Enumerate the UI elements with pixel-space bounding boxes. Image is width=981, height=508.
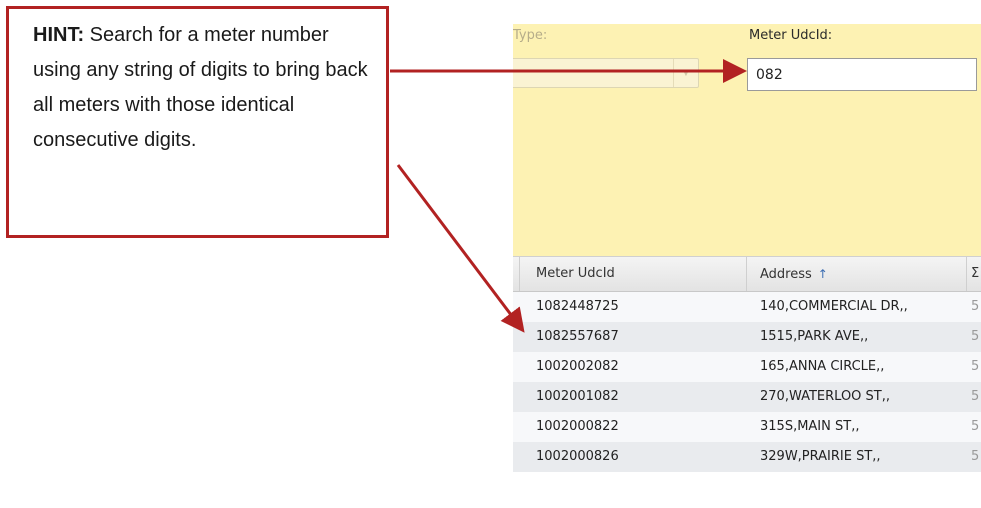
arrow-to-results — [396, 164, 525, 333]
callout-arrows — [390, 59, 747, 333]
